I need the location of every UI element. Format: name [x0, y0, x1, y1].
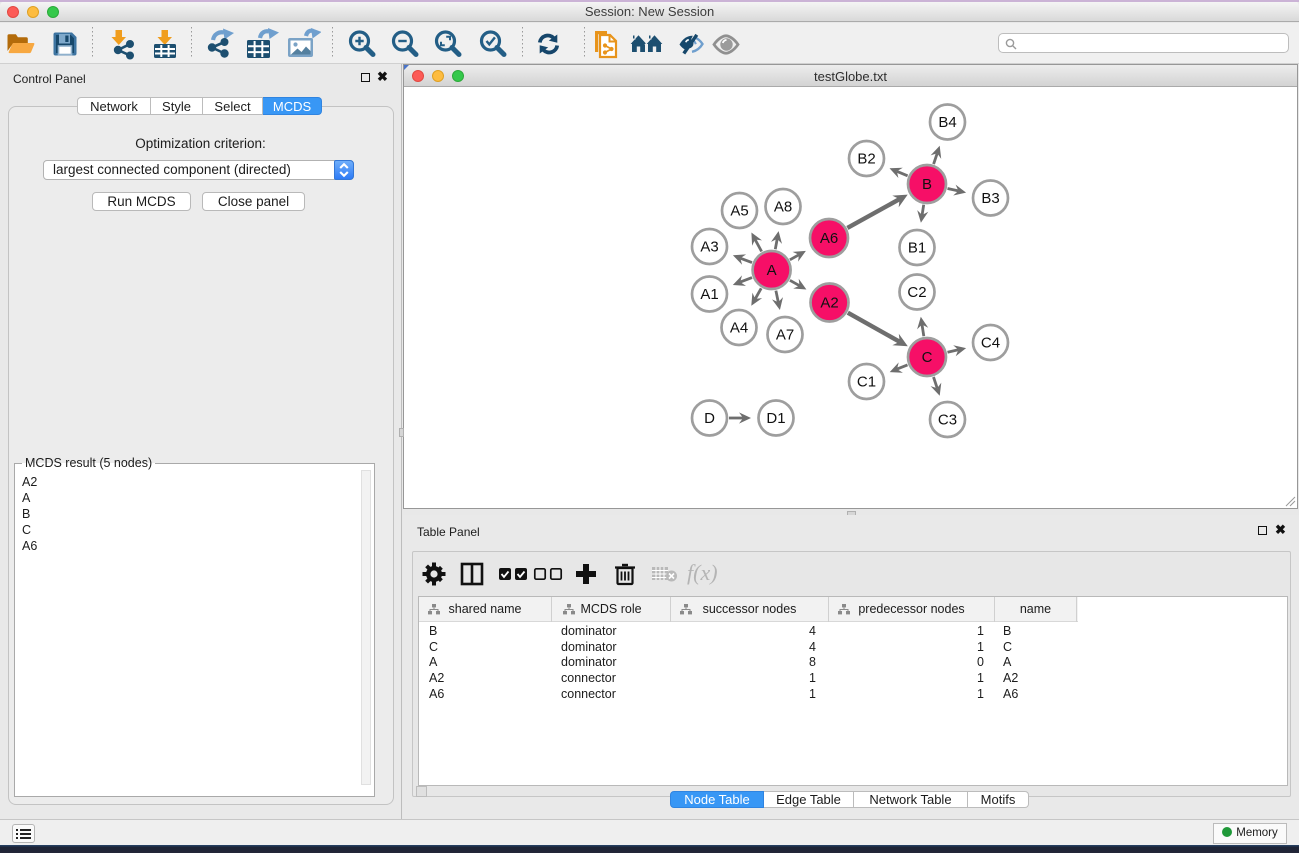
svg-text:B1: B1 — [908, 240, 926, 257]
svg-text:B3: B3 — [981, 190, 999, 207]
svg-text:A: A — [767, 262, 777, 279]
svg-text:A3: A3 — [700, 239, 718, 256]
svg-text:B2: B2 — [857, 151, 875, 168]
svg-text:B4: B4 — [938, 114, 956, 131]
svg-text:D: D — [704, 410, 715, 427]
svg-text:B: B — [922, 176, 932, 193]
svg-text:A7: A7 — [776, 327, 794, 344]
svg-text:A8: A8 — [774, 199, 792, 216]
svg-text:A2: A2 — [820, 295, 838, 312]
svg-text:C3: C3 — [938, 412, 957, 429]
svg-text:A5: A5 — [730, 203, 748, 220]
svg-text:C2: C2 — [907, 284, 926, 301]
svg-text:D1: D1 — [766, 410, 785, 427]
svg-text:C: C — [922, 349, 933, 366]
svg-text:C4: C4 — [981, 335, 1000, 352]
svg-text:A6: A6 — [820, 230, 838, 247]
svg-text:A1: A1 — [700, 286, 718, 303]
svg-text:A4: A4 — [730, 320, 748, 337]
svg-text:C1: C1 — [857, 374, 876, 391]
